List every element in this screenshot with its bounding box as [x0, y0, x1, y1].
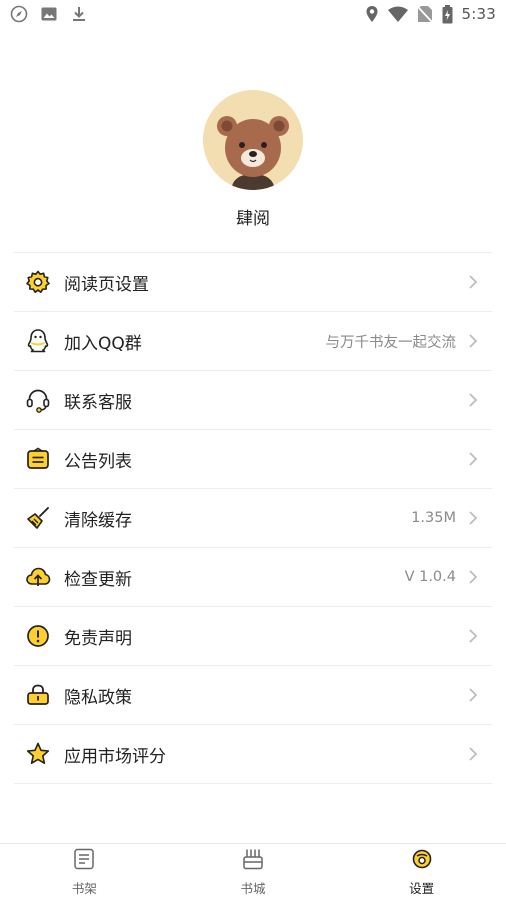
- wifi-icon: [387, 6, 408, 22]
- chevron-right-icon: [466, 450, 480, 468]
- status-bar: 5:33: [0, 0, 506, 28]
- chevron-right-icon: [466, 509, 480, 527]
- tab-label: 设置: [409, 881, 435, 896]
- avatar[interactable]: [203, 90, 303, 190]
- download-icon: [73, 7, 85, 21]
- status-time: 5:33: [461, 5, 496, 23]
- menu-item-label: 应用市场评分: [64, 746, 166, 767]
- star-icon: [24, 740, 52, 768]
- image-icon: [41, 7, 57, 21]
- menu-item-value: 与万千书友一起交流: [325, 334, 457, 351]
- chevron-right-icon: [466, 332, 480, 350]
- battery-icon: [442, 4, 453, 23]
- bookstore-icon: [241, 847, 265, 875]
- tab-bookstore[interactable]: 书城: [169, 844, 338, 900]
- profile-header: 肆阅: [0, 90, 506, 229]
- chevron-right-icon: [466, 391, 480, 409]
- menu-item-label: 联系客服: [64, 392, 132, 413]
- tab-bookshelf[interactable]: 书架: [0, 844, 169, 900]
- tab-label: 书城: [240, 881, 266, 896]
- menu-item-join-qq-group[interactable]: 加入QQ群 与万千书友一起交流: [14, 312, 492, 371]
- bookshelf-icon: [72, 847, 96, 875]
- username: 肆阅: [236, 209, 270, 229]
- menu-item-customer-service[interactable]: 联系客服: [14, 371, 492, 430]
- menu-item-label: 检查更新: [64, 569, 132, 590]
- tab-label: 书架: [71, 881, 97, 896]
- tab-settings[interactable]: 设置: [337, 844, 506, 900]
- menu-item-rate-app[interactable]: 应用市场评分: [14, 725, 492, 784]
- menu-item-label: 阅读页设置: [64, 274, 149, 295]
- chevron-right-icon: [466, 627, 480, 645]
- menu-item-disclaimer[interactable]: 免责声明: [14, 607, 492, 666]
- bottom-nav: 书架 书城 设置: [0, 843, 506, 900]
- menu-item-label: 隐私政策: [64, 687, 132, 708]
- chevron-right-icon: [466, 745, 480, 763]
- qq-penguin-icon: [24, 327, 52, 355]
- menu-item-label: 免责声明: [64, 628, 132, 649]
- compass-icon: [10, 5, 28, 23]
- menu-item-reading-settings[interactable]: 阅读页设置: [14, 253, 492, 312]
- menu-item-label: 加入QQ群: [64, 333, 142, 354]
- menu-item-check-update[interactable]: 检查更新 V 1.0.4: [14, 548, 492, 607]
- lock-icon: [24, 681, 52, 709]
- chevron-right-icon: [466, 568, 480, 586]
- menu-item-label: 清除缓存: [64, 510, 132, 531]
- location-icon: [366, 6, 378, 22]
- gear-icon: [24, 268, 52, 296]
- cloud-upload-icon: [24, 563, 52, 591]
- settings-screen: 5:33 肆阅 阅读页设置 加入QQ群 与万千书友一起交流 联系客服 公告列表 …: [0, 0, 506, 900]
- settings-menu: 阅读页设置 加入QQ群 与万千书友一起交流 联系客服 公告列表 清除缓存 1.3…: [14, 252, 492, 784]
- settings-icon: [410, 847, 434, 875]
- chevron-right-icon: [466, 273, 480, 291]
- menu-item-announcements[interactable]: 公告列表: [14, 430, 492, 489]
- app-version: V 1.0.4: [404, 569, 456, 585]
- broom-icon: [24, 504, 52, 532]
- headset-icon: [24, 386, 52, 414]
- chevron-right-icon: [466, 686, 480, 704]
- menu-item-clear-cache[interactable]: 清除缓存 1.35M: [14, 489, 492, 548]
- alert-circle-icon: [24, 622, 52, 650]
- notice-icon: [24, 445, 52, 473]
- menu-item-privacy-policy[interactable]: 隐私政策: [14, 666, 492, 725]
- cache-size: 1.35M: [411, 510, 456, 526]
- menu-item-label: 公告列表: [64, 451, 132, 472]
- no-sim-icon: [416, 6, 433, 23]
